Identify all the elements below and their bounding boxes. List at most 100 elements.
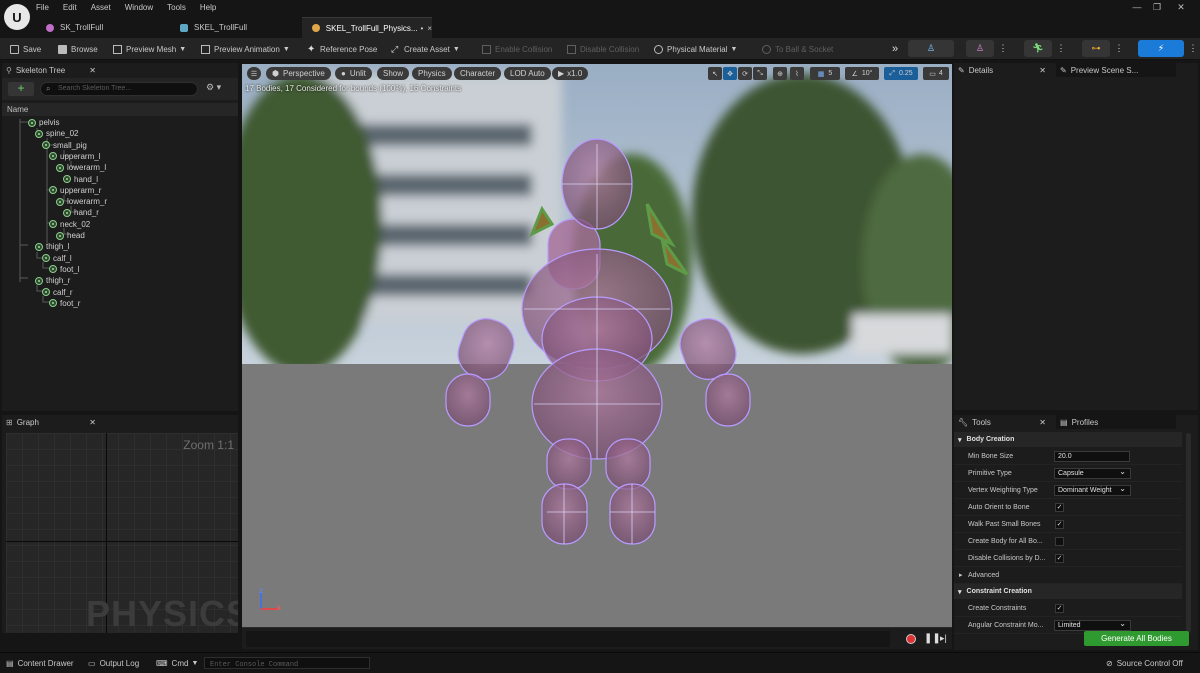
close-tab-icon[interactable]: ✕ xyxy=(89,66,96,75)
bone-row-neck_02[interactable]: neck_02 xyxy=(49,219,90,230)
bone-row-upperarm_r[interactable]: upperarm_r xyxy=(49,185,101,196)
angular-constraint-select[interactable]: Limited xyxy=(1054,619,1131,631)
viewport-menu-icon[interactable]: ☰ xyxy=(247,67,261,80)
graph-tab[interactable]: ⊞ Graph ✕ xyxy=(2,415,102,429)
animation-options-icon[interactable]: ⋮ xyxy=(1056,40,1066,57)
menu-edit[interactable]: Edit xyxy=(63,3,77,12)
skeleton-tree-tab[interactable]: ⚲ Skeleton Tree ✕ xyxy=(2,63,102,77)
output-log-button[interactable]: ▭ Output Log xyxy=(88,653,139,673)
preview-scene-tab[interactable]: ✎ Preview Scene S... xyxy=(1056,63,1176,77)
bone-row-thigh_l[interactable]: thigh_l xyxy=(35,241,70,252)
tools-tab[interactable]: 🔧︎ Tools ✕ xyxy=(954,415,1052,429)
disable-collisions-checkbox[interactable]: ✓ xyxy=(1055,553,1064,563)
bone-row-small_pig[interactable]: small_pig xyxy=(42,140,87,151)
generate-all-bodies-button[interactable]: Generate All Bodies xyxy=(1084,631,1189,646)
translate-icon[interactable]: ✥ xyxy=(723,67,737,80)
unlit-button[interactable]: ● Unlit xyxy=(335,67,372,80)
tools-scrollbar[interactable] xyxy=(1186,433,1191,633)
physics-button[interactable]: Physics xyxy=(412,67,452,80)
physics-options-icon[interactable]: ⋮ xyxy=(1188,40,1198,57)
menu-tools[interactable]: Tools xyxy=(167,3,186,12)
unreal-logo-icon[interactable]: U xyxy=(4,4,30,30)
graph-canvas[interactable]: Zoom 1:1 PHYSICS xyxy=(6,433,238,633)
bone-row-foot_l[interactable]: foot_l xyxy=(49,264,80,275)
menu-window[interactable]: Window xyxy=(125,3,153,12)
menu-file[interactable]: File xyxy=(36,3,49,12)
search-skeleton-input[interactable]: ⌕ Search Skeleton Tree... xyxy=(40,82,198,96)
auto-orient-checkbox[interactable]: ✓ xyxy=(1055,502,1064,512)
rotate-icon[interactable]: ⟳ xyxy=(738,67,752,80)
grid-snap-button[interactable]: ▦ 5 xyxy=(810,67,840,80)
perspective-button[interactable]: ⬢ Perspective xyxy=(266,67,331,80)
menu-help[interactable]: Help xyxy=(200,3,216,12)
source-control-button[interactable]: ⊘ Source Control Off xyxy=(1106,653,1183,673)
content-drawer-button[interactable]: ▤ Content Drawer xyxy=(6,653,74,673)
console-input[interactable]: Enter Console Command xyxy=(204,657,370,669)
add-bone-button[interactable]: + xyxy=(8,82,34,96)
create-body-all-checkbox[interactable] xyxy=(1055,536,1064,546)
bone-row-lowerarm_r[interactable]: lowerarm_r xyxy=(56,196,107,207)
save-button[interactable]: Save xyxy=(10,38,41,60)
walk-past-checkbox[interactable]: ✓ xyxy=(1055,519,1064,529)
constraint-creation-section[interactable]: ▾ Constraint Creation xyxy=(954,584,1182,599)
bone-row-pelvis[interactable]: pelvis xyxy=(28,117,59,128)
blueprint-options-icon[interactable]: ⋮ xyxy=(1114,40,1124,57)
profiles-tab[interactable]: ▤ Profiles xyxy=(1056,415,1176,429)
disable-collision-button[interactable]: Disable Collision xyxy=(567,38,639,60)
mesh-options-icon[interactable]: ⋮ xyxy=(998,40,1008,57)
name-column-header[interactable]: Name xyxy=(2,103,238,116)
show-button[interactable]: Show xyxy=(377,67,410,80)
preview-animation-button[interactable]: Preview Animation ▼ xyxy=(201,38,290,60)
close-tab-icon[interactable]: ✕ xyxy=(1039,418,1046,427)
scale-icon[interactable]: ⤡ xyxy=(753,67,767,80)
body-creation-section[interactable]: ▾ Body Creation xyxy=(954,432,1182,447)
preview-mesh-button[interactable]: Preview Mesh ▼ xyxy=(113,38,186,60)
to-ball-socket-button[interactable]: To Ball & Socket xyxy=(762,38,833,60)
pause-icon[interactable]: ❚❚ xyxy=(924,633,941,644)
close-tab-icon[interactable]: ✕ xyxy=(1039,66,1046,75)
close-tab-icon[interactable]: ✕ xyxy=(89,418,96,427)
camera-speed-button[interactable]: ▭ 4 xyxy=(923,67,949,80)
physics-mode-button[interactable]: ⚡︎ xyxy=(1138,40,1184,57)
create-asset-button[interactable]: ⤢ Create Asset ▼ xyxy=(391,38,460,60)
bone-row-hand_l[interactable]: hand_l xyxy=(63,174,98,185)
bone-row-hand_r[interactable]: hand_r xyxy=(63,207,99,218)
physical-material-button[interactable]: Physical Material ▼ xyxy=(654,38,737,60)
min-bone-size-input[interactable]: 20.0 xyxy=(1054,450,1130,462)
close-tab-icon[interactable]: × xyxy=(427,24,432,33)
character-button[interactable]: Character xyxy=(454,67,502,80)
animation-mode-button[interactable]: 🏃︎ xyxy=(1024,40,1052,57)
maximize-icon[interactable]: ❐ xyxy=(1148,2,1166,16)
bone-row-head[interactable]: head xyxy=(56,230,85,241)
reference-pose-button[interactable]: ✦ Reference Pose xyxy=(307,38,377,60)
playback-speed-button[interactable]: ▶ x1.0 xyxy=(552,67,589,80)
skeleton-mode-button[interactable]: ♙ xyxy=(908,40,954,57)
world-space-icon[interactable]: ⊕ xyxy=(773,67,787,80)
record-icon[interactable] xyxy=(906,634,916,644)
select-mode-icon[interactable]: ↖ xyxy=(708,67,722,80)
step-forward-icon[interactable]: ▸| xyxy=(940,633,947,644)
bone-row-spine_02[interactable]: spine_02 xyxy=(35,128,78,139)
bone-row-calf_l[interactable]: calf_l xyxy=(42,253,72,264)
timeline-scrub[interactable] xyxy=(246,631,890,647)
mesh-mode-button[interactable]: ♙ xyxy=(966,40,994,57)
surface-snap-icon[interactable]: ⌇ xyxy=(790,67,804,80)
tab-physics-asset[interactable]: SKEL_TrollFull_Physics... • × xyxy=(302,17,432,38)
details-tab[interactable]: ✎ Details ✕ xyxy=(954,63,1052,77)
minimize-icon[interactable]: — xyxy=(1128,2,1146,16)
browse-button[interactable]: Browse xyxy=(58,38,98,60)
menu-asset[interactable]: Asset xyxy=(91,3,111,12)
viewport[interactable]: z x ☰ ⬢ Perspective ● Unlit Show Physics C… xyxy=(242,64,952,627)
tab-skel-trollfull[interactable]: SKEL_TrollFull xyxy=(170,17,302,38)
scale-snap-button[interactable]: ⤢ 0.25 xyxy=(884,67,918,80)
bone-row-thigh_r[interactable]: thigh_r xyxy=(35,275,70,286)
advanced-row[interactable]: ▸ Advanced xyxy=(954,567,1182,584)
lod-button[interactable]: LOD Auto xyxy=(504,67,551,80)
tab-sk-trollfull[interactable]: SK_TrollFull xyxy=(36,17,166,38)
bone-row-lowerarm_l[interactable]: lowerarm_l xyxy=(56,162,106,173)
bone-row-foot_r[interactable]: foot_r xyxy=(49,298,80,309)
tree-settings-button[interactable]: ⚙︎ ▾ xyxy=(206,82,230,96)
cmd-button[interactable]: ⌨︎ Cmd ▼ xyxy=(156,653,198,673)
primitive-type-select[interactable]: Capsule xyxy=(1054,467,1131,479)
rotation-snap-button[interactable]: ∠ 10° xyxy=(845,67,879,80)
